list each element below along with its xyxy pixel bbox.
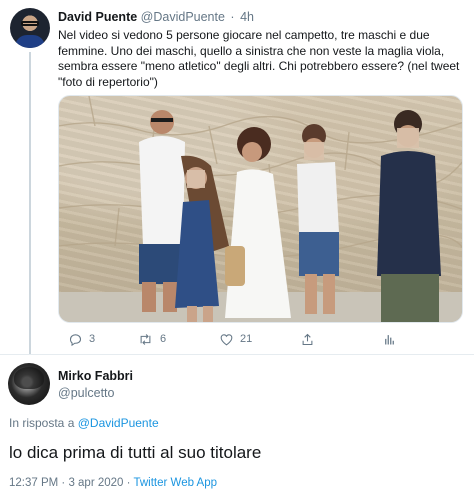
like-icon bbox=[220, 333, 233, 345]
share-icon bbox=[302, 333, 313, 345]
reply-target-link[interactable]: @DavidPuente bbox=[78, 416, 159, 430]
retweet-count: 6 bbox=[160, 333, 167, 345]
reply-prefix: In risposta a bbox=[9, 416, 75, 430]
reply-author-handle[interactable]: @pulcetto bbox=[58, 385, 114, 401]
like-count: 21 bbox=[240, 333, 253, 345]
tweet-photo[interactable] bbox=[58, 95, 463, 323]
tweet-time[interactable]: 4h bbox=[240, 10, 254, 24]
reply-author-avatar[interactable] bbox=[8, 363, 50, 405]
avatar-shirt bbox=[15, 35, 45, 48]
reply-count: 3 bbox=[89, 333, 96, 345]
tweet-divider bbox=[0, 354, 474, 355]
reply-action[interactable]: 3 bbox=[68, 330, 95, 348]
share-action[interactable] bbox=[300, 330, 315, 348]
retweet-action[interactable]: 6 bbox=[137, 330, 166, 348]
reply-timestamp[interactable]: 12:37 PM · 3 apr 2020 bbox=[9, 477, 123, 489]
thread-line bbox=[29, 52, 31, 354]
author-avatar[interactable] bbox=[10, 8, 50, 48]
original-tweet[interactable]: David Puente @DavidPuente · 4h Nel video… bbox=[0, 0, 474, 354]
tweet-header: David Puente @DavidPuente · 4h bbox=[58, 9, 254, 25]
tweet-actions: 3 6 21 bbox=[58, 330, 463, 348]
tweet-text: Nel video si vedono 5 persone giocare ne… bbox=[58, 28, 460, 89]
avatar-glasses bbox=[21, 21, 39, 26]
like-action[interactable]: 21 bbox=[219, 330, 252, 348]
header-separator: · bbox=[230, 10, 235, 24]
reply-author-name[interactable]: Mirko Fabbri bbox=[58, 368, 133, 384]
meta-separator: · bbox=[126, 477, 131, 489]
person-woman-white-dress bbox=[225, 127, 291, 318]
reply-meta: 12:37 PM · 3 apr 2020 · Twitter Web App bbox=[9, 476, 217, 490]
photo-illustration bbox=[59, 96, 462, 322]
analytics-action[interactable] bbox=[382, 330, 397, 348]
reply-text: lo dica prima di tutti al suo titolare bbox=[9, 443, 262, 462]
analytics-icon bbox=[385, 334, 394, 344]
author-handle[interactable]: @DavidPuente bbox=[141, 10, 225, 24]
retweet-icon bbox=[140, 333, 151, 345]
avatar-hair bbox=[14, 367, 44, 389]
reply-context: In risposta a @DavidPuente bbox=[9, 416, 159, 431]
reply-icon bbox=[69, 333, 82, 346]
author-name[interactable]: David Puente bbox=[58, 10, 137, 24]
reply-source-link[interactable]: Twitter Web App bbox=[133, 477, 217, 489]
